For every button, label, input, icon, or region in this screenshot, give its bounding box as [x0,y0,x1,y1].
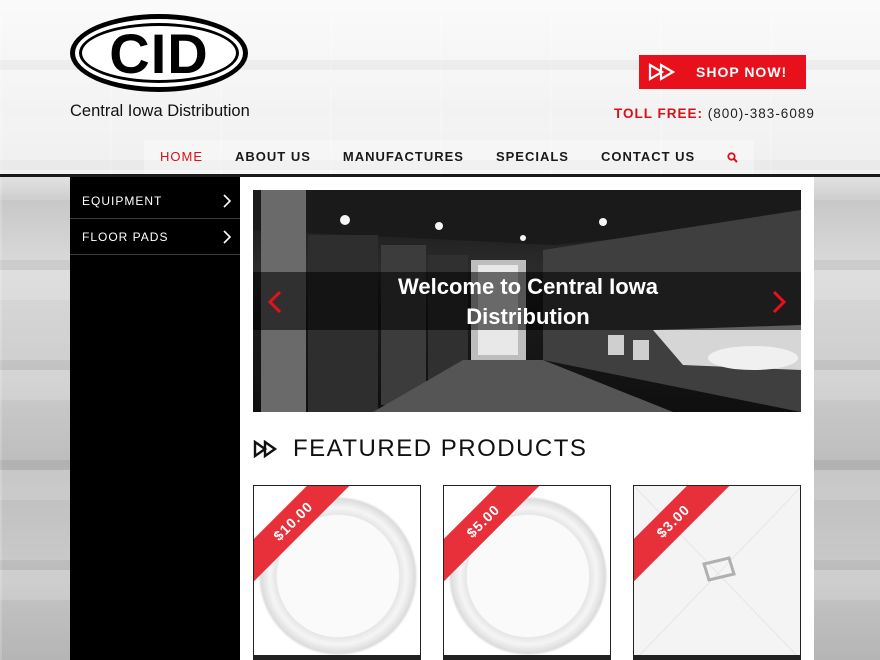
fast-forward-icon [253,440,278,458]
site-header: CID Central Iowa Distribution SHOP NOW! … [0,0,880,176]
nav-item-contact-us[interactable]: CONTACT US [585,140,711,174]
featured-title-text: FEATURED PRODUCTS [293,435,588,462]
sidebar-item-label: FLOOR PADS [82,229,169,244]
toll-free-label: TOLL FREE: [614,106,704,121]
shop-now-button[interactable]: SHOP NOW! [639,55,806,89]
chevron-left-icon[interactable] [267,290,283,314]
logo[interactable]: CID [70,14,248,92]
product-card[interactable]: $10.00 [253,485,421,660]
slide-caption: Welcome to Central Iowa Distribution [398,274,658,329]
sidebar-item-floor-pads[interactable]: FLOOR PADS [70,219,240,255]
sidebar-item-equipment[interactable]: EQUIPMENT [70,183,240,219]
main-nav: HOME ABOUT US MANUFACTURES SPECIALS CONT… [144,140,755,174]
nav-item-about-us[interactable]: ABOUT US [219,140,327,174]
chevron-right-icon [223,193,231,208]
product-card[interactable]: $3.00 [633,485,801,660]
sidebar-item-label: EQUIPMENT [82,193,163,208]
nav-item-home[interactable]: HOME [144,140,219,174]
sidebar: EQUIPMENT FLOOR PADS [70,177,240,660]
shop-now-label: SHOP NOW! [696,64,788,80]
content-container: EQUIPMENT FLOOR PADS Welcome to Central … [70,177,814,660]
toll-free-number[interactable]: (800)-383-6089 [708,106,815,121]
chevron-right-icon[interactable] [771,290,787,314]
featured-products-heading: FEATURED PRODUCTS [253,435,587,463]
nav-item-manufactures[interactable]: MANUFACTURES [327,140,480,174]
main-content: Welcome to Central Iowa Distribution FEA… [240,177,814,660]
toll-free: TOLL FREE: (800)-383-6089 [614,106,815,121]
nav-item-specials[interactable]: SPECIALS [480,140,585,174]
product-card[interactable]: $5.00 [443,485,611,660]
search-icon [727,151,738,163]
search-button[interactable] [711,140,754,174]
logo-text: CID [109,21,209,85]
hero-slider[interactable]: Welcome to Central Iowa Distribution [253,190,801,412]
tagline: Central Iowa Distribution [70,102,250,120]
chevron-right-icon [223,229,231,244]
fast-forward-icon [648,63,676,81]
